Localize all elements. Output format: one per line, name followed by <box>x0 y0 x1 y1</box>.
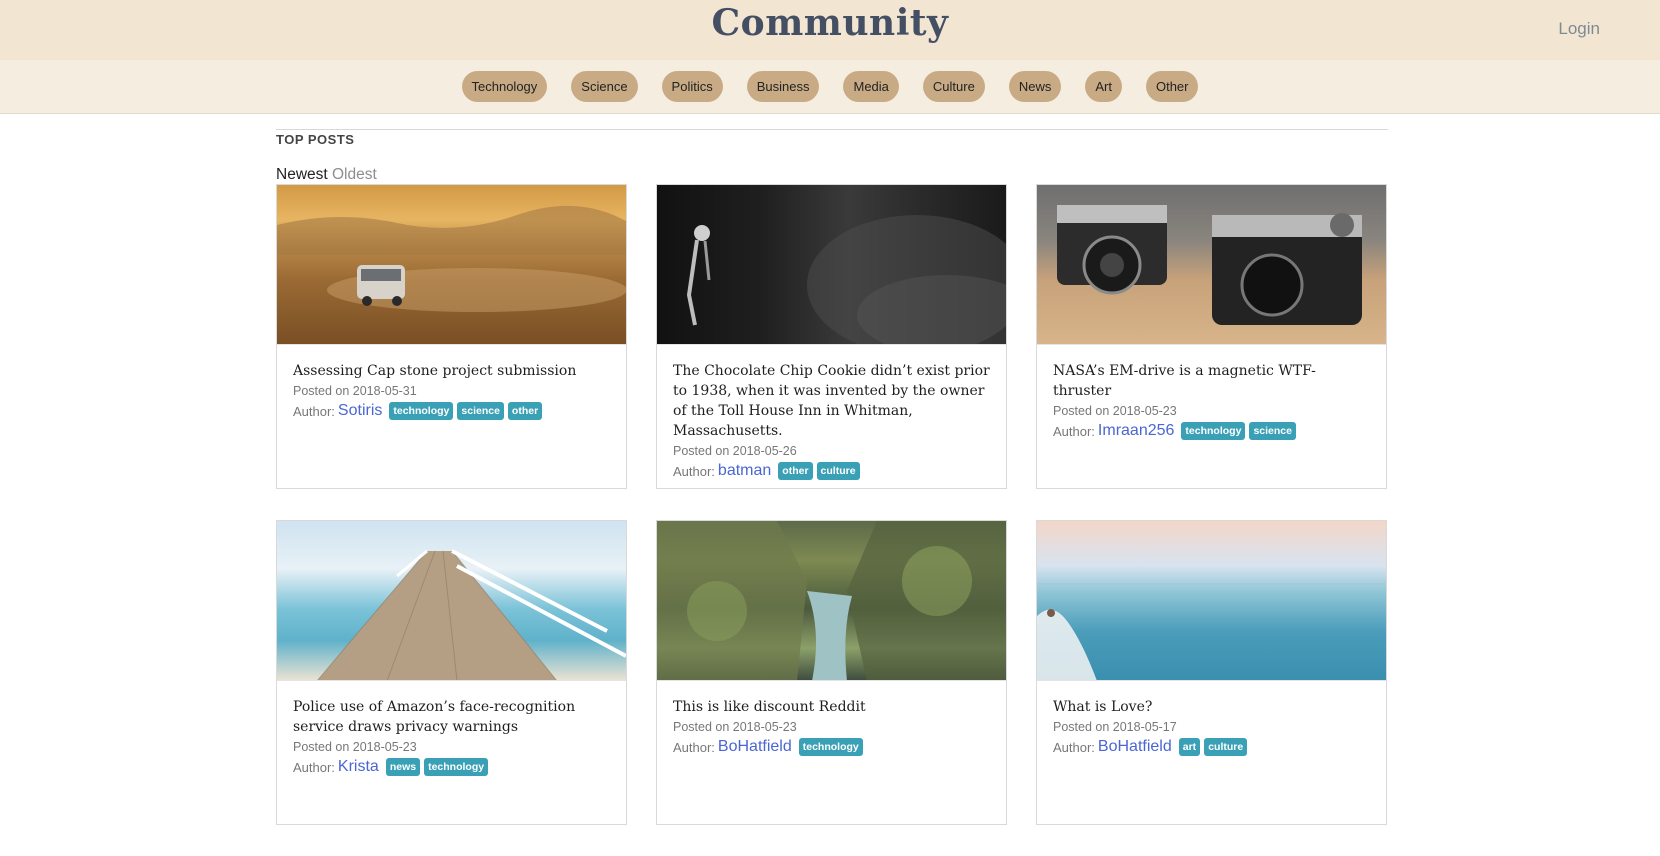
post-thumbnail[interactable] <box>277 521 626 681</box>
post-author-line: Author: batman other culture <box>673 462 990 480</box>
category-other[interactable]: Other <box>1145 71 1199 102</box>
main-content: TOP POSTS Newest Oldest <box>276 114 1388 184</box>
section-divider <box>276 129 1388 130</box>
author-label: Author: <box>673 463 715 479</box>
post-date: Posted on 2018-05-23 <box>1053 404 1177 418</box>
post-thumbnail[interactable] <box>657 185 1006 345</box>
post-date: Posted on 2018-05-26 <box>673 444 797 458</box>
tag-badge[interactable]: technology <box>424 758 489 776</box>
tag-badge[interactable]: technology <box>1181 422 1246 440</box>
tag-badge[interactable]: news <box>385 758 421 776</box>
post-date: Posted on 2018-05-23 <box>673 720 797 734</box>
site-header: Community Login <box>0 0 1660 60</box>
login-link[interactable]: Login <box>1558 19 1600 39</box>
site-logo[interactable]: Community <box>0 2 1660 44</box>
author-link[interactable]: BoHatfield <box>718 738 792 756</box>
tag-badge[interactable]: culture <box>1204 738 1248 756</box>
post-thumbnail[interactable] <box>1037 185 1386 345</box>
post-title[interactable]: What is Love? <box>1053 697 1370 717</box>
tag-badge[interactable]: technology <box>798 738 863 756</box>
author-link[interactable]: batman <box>718 462 771 480</box>
category-nav: Technology Science Politics Business Med… <box>0 60 1660 114</box>
category-media[interactable]: Media <box>843 71 899 102</box>
post-title[interactable]: This is like discount Reddit <box>673 697 990 717</box>
post-thumbnail[interactable] <box>1037 521 1386 681</box>
post-title[interactable]: Assessing Cap stone project submission <box>293 361 610 381</box>
author-link[interactable]: Krista <box>338 758 379 776</box>
post-thumbnail[interactable] <box>657 521 1006 681</box>
post-card[interactable]: Assessing Cap stone project submission P… <box>276 184 627 489</box>
tag-badge[interactable]: art <box>1178 738 1201 756</box>
post-title[interactable]: Police use of Amazon’s face-recognition … <box>293 697 610 737</box>
section-title: TOP POSTS <box>276 132 355 147</box>
author-label: Author: <box>293 403 335 419</box>
author-label: Author: <box>1053 423 1095 439</box>
post-author-line: Author: Imraan256 technology science <box>1053 422 1370 440</box>
post-author-line: Author: BoHatfield technology <box>673 738 990 756</box>
post-date: Posted on 2018-05-17 <box>1053 720 1177 734</box>
post-author-line: Author: Sotiris technology science other <box>293 402 610 420</box>
author-link[interactable]: Imraan256 <box>1098 422 1175 440</box>
category-politics[interactable]: Politics <box>661 71 723 102</box>
tag-badge[interactable]: science <box>1249 422 1296 440</box>
sort-options: Newest Oldest <box>276 166 1388 184</box>
post-author-line: Author: BoHatfield art culture <box>1053 738 1370 756</box>
tag-badge[interactable]: science <box>457 402 504 420</box>
post-card[interactable]: NASA’s EM-drive is a magnetic WTF-thrust… <box>1036 184 1387 489</box>
author-link[interactable]: Sotiris <box>338 402 382 420</box>
tag-badge[interactable]: other <box>507 402 543 420</box>
post-card[interactable]: This is like discount Reddit Posted on 2… <box>656 520 1007 825</box>
sort-newest-link[interactable]: Newest <box>276 166 328 183</box>
category-science[interactable]: Science <box>571 71 638 102</box>
category-culture[interactable]: Culture <box>922 71 985 102</box>
category-business[interactable]: Business <box>746 71 820 102</box>
post-author-line: Author: Krista news technology <box>293 758 610 776</box>
category-art[interactable]: Art <box>1085 71 1122 102</box>
post-title[interactable]: NASA’s EM-drive is a magnetic WTF-thrust… <box>1053 361 1370 401</box>
post-card[interactable]: What is Love? Posted on 2018-05-17 Autho… <box>1036 520 1387 825</box>
sort-oldest-link[interactable]: Oldest <box>332 166 377 183</box>
post-card[interactable]: Police use of Amazon’s face-recognition … <box>276 520 627 825</box>
post-date: Posted on 2018-05-23 <box>293 740 417 754</box>
post-thumbnail[interactable] <box>277 185 626 345</box>
category-technology[interactable]: Technology <box>461 71 548 102</box>
tag-badge[interactable]: technology <box>389 402 454 420</box>
post-card[interactable]: The Chocolate Chip Cookie didn’t exist p… <box>656 184 1007 489</box>
tag-badge[interactable]: other <box>778 462 813 480</box>
author-label: Author: <box>293 759 335 775</box>
post-title[interactable]: The Chocolate Chip Cookie didn’t exist p… <box>673 361 990 441</box>
author-label: Author: <box>1053 739 1095 755</box>
category-news[interactable]: News <box>1008 71 1062 102</box>
author-label: Author: <box>673 739 715 755</box>
post-date: Posted on 2018-05-31 <box>293 384 417 398</box>
tag-badge[interactable]: culture <box>816 462 860 480</box>
author-link[interactable]: BoHatfield <box>1098 738 1172 756</box>
